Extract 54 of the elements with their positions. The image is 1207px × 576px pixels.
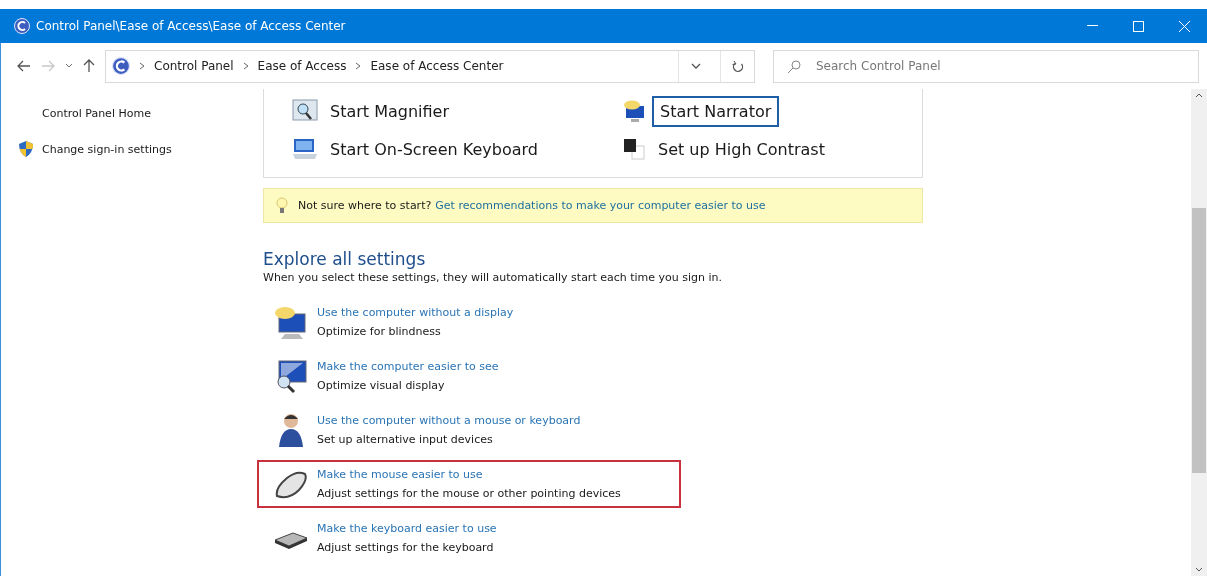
- breadcrumb[interactable]: Ease of Access Center: [370, 59, 504, 73]
- section-subtitle: When you select these settings, they will automatically start each time you sign in.: [263, 271, 724, 284]
- recent-locations-button[interactable]: [65, 63, 73, 69]
- settings-link[interactable]: Use the computer without a display: [317, 306, 514, 319]
- recommendations-link[interactable]: Get recommendations to make your computer easier to use: [435, 199, 766, 212]
- maximize-icon: [1132, 20, 1144, 32]
- down-caret-icon: [1195, 567, 1203, 572]
- sidebar-link[interactable]: Control Panel Home: [17, 107, 263, 120]
- back-button[interactable]: [17, 60, 31, 72]
- tool-label: Start Magnifier: [329, 100, 451, 123]
- settings-description: Optimize visual display: [317, 379, 446, 392]
- address-bar[interactable]: Control Panel Ease of Access Ease of Access Center: [105, 49, 755, 83]
- settings-description: Adjust settings for the keyboard: [317, 541, 495, 554]
- scrollbar[interactable]: [1191, 89, 1207, 576]
- settings-link[interactable]: Use the computer without a mouse or keyboard: [317, 414, 581, 427]
- section-heading: Explore all settings: [263, 249, 427, 269]
- settings-link[interactable]: Make the keyboard easier to use: [317, 522, 497, 535]
- control-panel-icon: [112, 57, 130, 75]
- up-caret-icon: [1195, 93, 1203, 98]
- settings-description: Optimize for blindness: [317, 325, 442, 338]
- tool-link[interactable]: Start On-Screen Keyboard: [292, 133, 622, 165]
- refresh-icon: [731, 59, 744, 73]
- search-field[interactable]: Search Control Panel: [773, 49, 1199, 83]
- high-contrast-icon: [622, 137, 646, 161]
- tool-link[interactable]: Start Magnifier: [292, 95, 622, 127]
- tool-link[interactable]: Set up High Contrast: [622, 133, 922, 165]
- up-button[interactable]: [83, 59, 95, 73]
- tool-label: Start Narrator: [652, 95, 780, 127]
- tip-text: Not sure where to start?: [298, 199, 432, 212]
- tool-link[interactable]: Start Narrator: [622, 95, 922, 127]
- monitor-keyboard-icon: [292, 137, 318, 161]
- search-icon: [787, 59, 801, 74]
- sidebar-link[interactable]: Change sign-in settings: [17, 140, 263, 158]
- control-panel-icon: [14, 18, 30, 34]
- window-title: Control Panel\Ease of Access\Ease of Access Center: [36, 19, 347, 33]
- settings-description: Set up alternative input devices: [317, 433, 494, 446]
- dropdown-caret-icon: [690, 63, 701, 69]
- chevron-icon: [138, 62, 146, 70]
- settings-description: Adjust settings for the mouse or other pointing devices: [317, 487, 621, 500]
- lightbulb-icon: [276, 195, 288, 216]
- settings-link[interactable]: Make the mouse easier to use: [317, 468, 621, 481]
- settings-link[interactable]: Make the computer easier to see: [317, 360, 499, 373]
- chevron-icon: [354, 62, 363, 70]
- tool-label: Start On-Screen Keyboard: [329, 138, 539, 161]
- shield-icon: [17, 140, 35, 158]
- minimize-icon: [1086, 25, 1098, 27]
- magnifier-icon: [292, 99, 318, 123]
- breadcrumb[interactable]: Control Panel: [154, 59, 234, 73]
- monitor-speech-icon: [273, 304, 309, 340]
- chevron-icon: [241, 62, 250, 70]
- scroll-thumb[interactable]: [1192, 208, 1206, 473]
- tool-label: Set up High Contrast: [657, 138, 826, 161]
- close-icon: [1178, 20, 1190, 32]
- breadcrumb[interactable]: Ease of Access: [257, 59, 347, 73]
